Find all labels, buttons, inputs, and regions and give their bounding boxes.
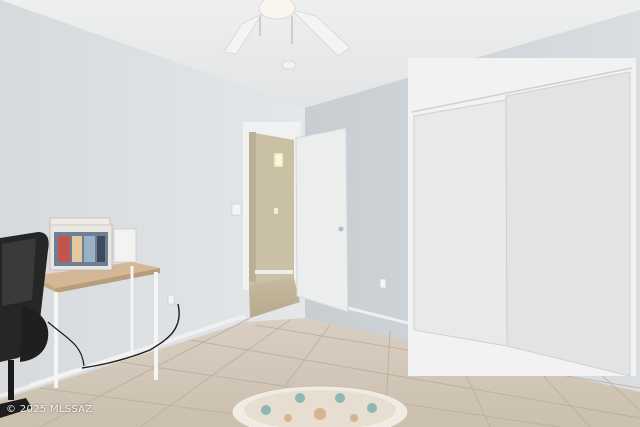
hallway-side-wall (249, 132, 256, 282)
room-scene (0, 0, 640, 427)
outlet-left (167, 294, 175, 305)
smoke-detector-icon (281, 60, 297, 70)
bedroom-door[interactable] (295, 127, 349, 313)
bedroom-photo: © 2025 MLSSAZ (0, 0, 640, 427)
wall-sconce-icon (274, 153, 283, 167)
door-knob[interactable] (338, 226, 344, 232)
hallway-switch (274, 208, 278, 214)
photo-watermark: © 2025 MLSSAZ (6, 404, 93, 415)
closet-door-right[interactable] (505, 71, 631, 377)
outlet-right (379, 278, 387, 289)
closet-door-left[interactable] (413, 99, 508, 347)
light-switch[interactable] (231, 203, 242, 216)
hallway-baseboard (255, 270, 293, 274)
